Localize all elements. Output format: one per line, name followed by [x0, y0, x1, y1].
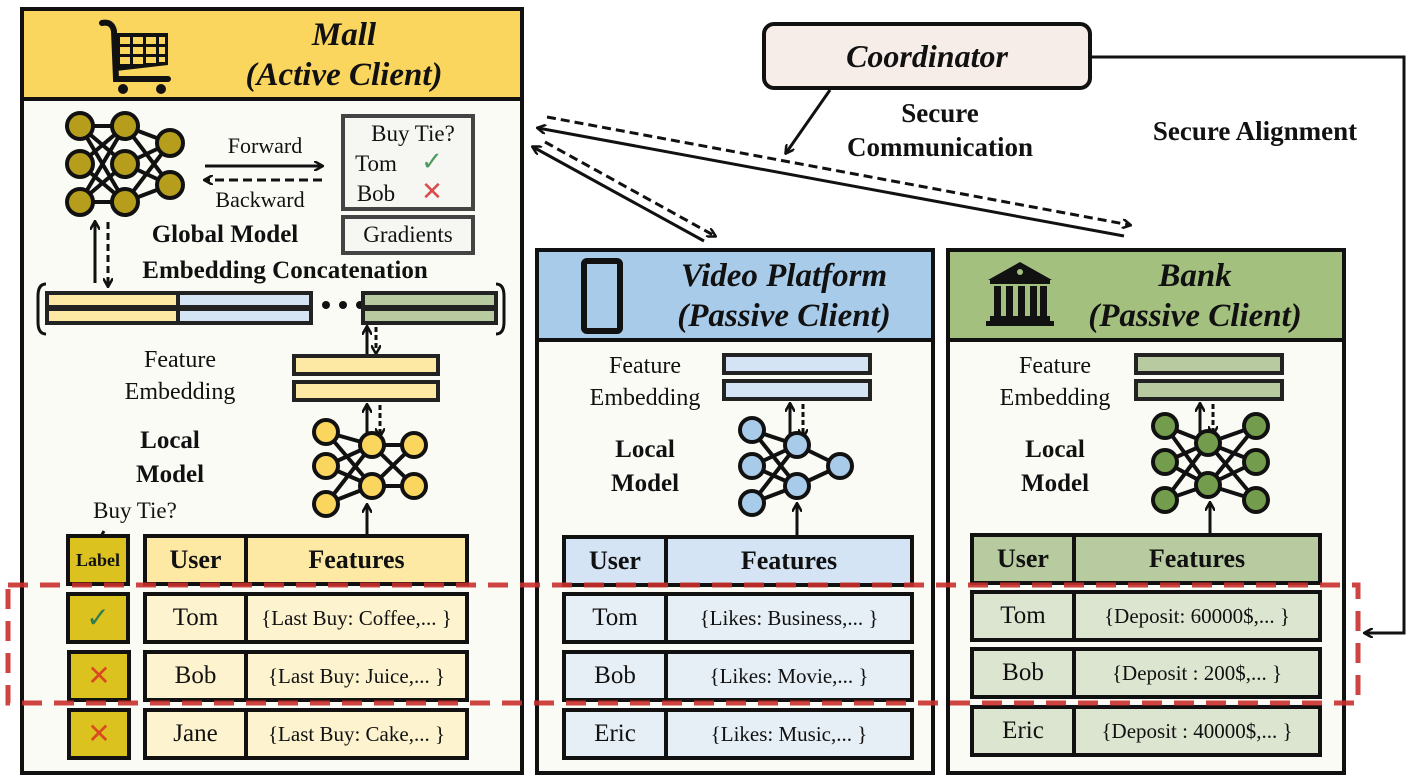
aligned-samples-region: [5, 582, 1361, 706]
